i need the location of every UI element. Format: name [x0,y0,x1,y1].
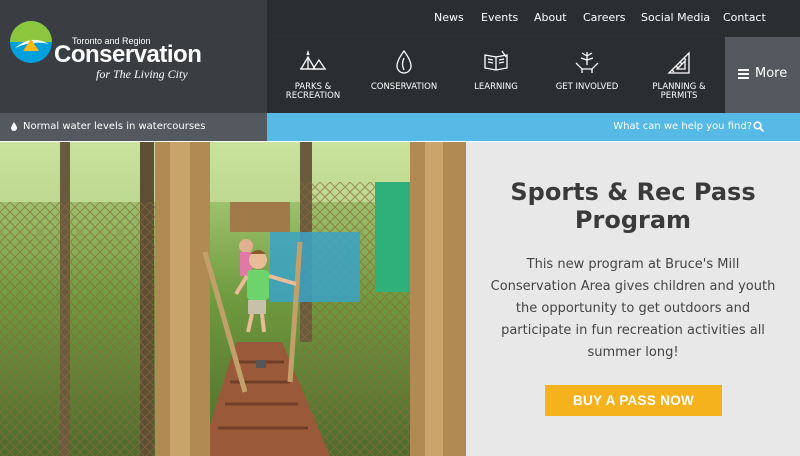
water-status-bar[interactable]: Normal water levels in watercourses [0,113,267,141]
nav-parks-recreation[interactable]: PARKS & RECREATION [267,37,359,113]
logo[interactable]: Toronto and Region Conservation for The … [0,0,267,113]
nav-conservation[interactable]: CONSERVATION [358,37,450,113]
topnav-social-media[interactable]: Social Media [641,11,710,24]
water-status-text: Normal water levels in watercourses [23,121,206,132]
tents-icon [299,49,327,70]
main-nav: PARKS & RECREATION CONSERVATION LEARNING… [267,37,725,113]
topnav-careers[interactable]: Careers [583,11,626,24]
hero-description: This new program at Bruce's Mill Conserv… [490,257,776,360]
rope-bridge-photo [0,142,466,456]
topnav-events[interactable]: Events [481,11,518,24]
more-menu-button[interactable]: More [725,37,800,113]
leaf-drop-icon [396,49,412,74]
nav-label: PARKS & RECREATION [285,82,341,101]
topnav-contact[interactable]: Contact [723,11,766,24]
logo-mark-icon [10,21,52,63]
nav-label: GET INVOLVED [555,82,619,92]
utility-nav: News Events About Careers Social Media C… [267,0,800,36]
search-icon[interactable] [753,121,764,132]
nav-label: LEARNING [474,82,518,92]
hero-photo [0,142,466,456]
logo-tagline: for The Living City [96,67,188,81]
search-prompt: What can we help you find? [613,121,752,132]
logo-line2: Conservation [54,41,202,68]
site-search-bar[interactable]: What can we help you find? [267,113,800,141]
seedling-hands-icon [575,52,599,73]
buy-pass-button[interactable]: BUY A PASS NOW [545,385,722,416]
water-drop-icon [11,122,17,131]
hero-panel: Sports & Rec Pass Program This new progr… [466,142,800,456]
more-label: More [755,66,788,81]
nav-get-involved[interactable]: GET INVOLVED [541,37,633,113]
nav-label: PLANNING & PERMITS [652,82,706,101]
hamburger-icon [738,69,749,79]
set-square-icon [667,51,690,74]
nav-label: CONSERVATION [370,82,438,92]
site-header: Toronto and Region Conservation for The … [0,0,800,113]
open-book-icon [484,50,508,71]
nav-learning[interactable]: LEARNING [450,37,542,113]
hero-title: Sports & Rec Pass Program [510,178,756,234]
topnav-about[interactable]: About [534,11,567,24]
nav-planning-permits[interactable]: PLANNING & PERMITS [633,37,725,113]
topnav-news[interactable]: News [434,11,464,24]
